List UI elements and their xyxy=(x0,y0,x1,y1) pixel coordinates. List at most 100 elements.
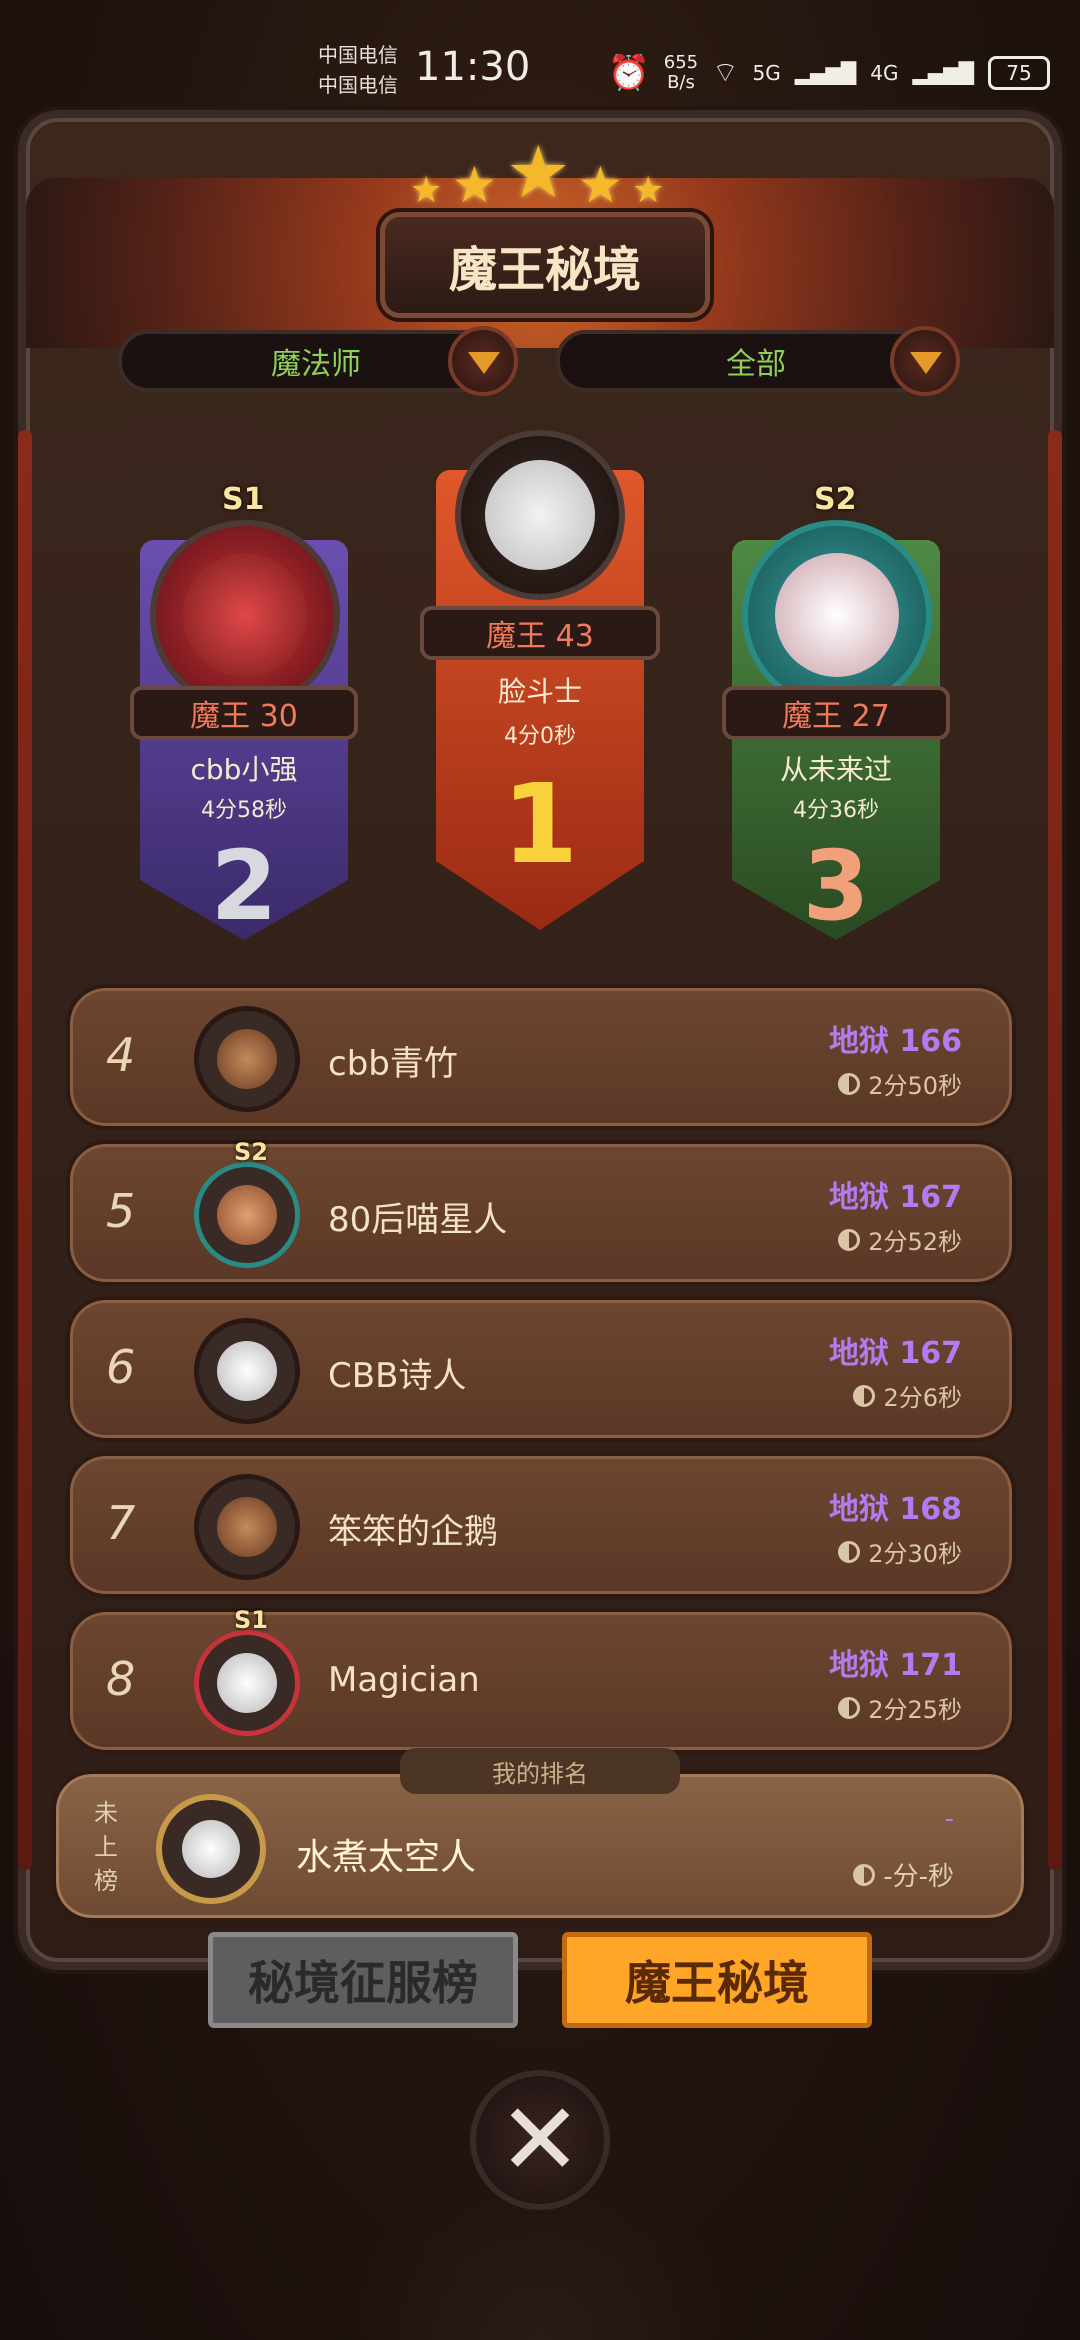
class-filter-value: 魔法师 xyxy=(271,347,361,382)
my-time: -分-秒 xyxy=(853,1856,954,1893)
carrier-2: 中国电信 xyxy=(318,73,398,97)
avatar[interactable] xyxy=(742,520,932,710)
chevron-down-icon[interactable] xyxy=(890,326,960,396)
avatar[interactable] xyxy=(455,430,625,600)
avatar-image xyxy=(217,1497,277,1557)
scope-filter-dropdown[interactable]: 全部 xyxy=(556,326,960,396)
rating-stars: ★ ★ ★ ★ ★ xyxy=(400,130,680,220)
status-time: 11:30 xyxy=(415,44,531,90)
podium-player-name: 脸斗士 xyxy=(497,675,582,708)
season-badge: S1 xyxy=(222,482,265,517)
signal-5g: 5G xyxy=(752,61,781,85)
leaderboard-row[interactable]: 7 笨笨的企鹅 地狱 168 2分30秒 xyxy=(66,1452,1016,1598)
rank-plate: 魔王 43 xyxy=(420,606,660,660)
status-icons: ⏰ 655 B/s ⌔ 5G ▂▄▆█ 4G ▂▄▆█ 75 xyxy=(607,48,1050,98)
signal-bars-icon: ▂▄▆█ xyxy=(912,61,974,85)
class-filter-dropdown[interactable]: 魔法师 xyxy=(118,326,518,396)
close-icon: ✕ xyxy=(498,2081,582,2198)
my-player-name: 水煮太空人 xyxy=(296,1837,477,1878)
page-title: 魔王秘境 xyxy=(380,212,710,318)
avatar[interactable] xyxy=(194,1162,300,1268)
avatar-image xyxy=(217,1653,277,1713)
row-player-name: 80后喵星人 xyxy=(328,1200,508,1240)
star-icon: ★ xyxy=(578,156,623,214)
avatar[interactable] xyxy=(194,1318,300,1424)
star-icon: ★ xyxy=(632,170,665,211)
podium-player-name: cbb小强 xyxy=(190,753,298,786)
battery-indicator: 75 xyxy=(988,56,1050,90)
chevron-down-icon[interactable] xyxy=(448,326,518,396)
row-level: 地狱 168 xyxy=(828,1492,962,1527)
avatar-image xyxy=(774,552,900,678)
season-badge: S2 xyxy=(234,1138,268,1166)
clock-icon xyxy=(838,1696,861,1719)
avatar-image xyxy=(217,1341,277,1401)
frame-side-bar-left xyxy=(18,430,32,1870)
clock-icon xyxy=(838,1540,861,1563)
tab-conquest-ranking[interactable]: 秘境征服榜 xyxy=(208,1932,518,2028)
row-time-value: 2分30秒 xyxy=(868,1540,962,1568)
row-level: 地狱 167 xyxy=(828,1336,962,1371)
avatar[interactable] xyxy=(194,1006,300,1112)
podium-player-time: 4分0秒 xyxy=(504,724,576,749)
netspeed-value: 655 xyxy=(663,52,699,73)
star-icon: ★ xyxy=(410,170,443,211)
row-time: 2分50秒 xyxy=(838,1066,962,1101)
leaderboard-row[interactable]: 4 cbb青竹 地狱 166 2分50秒 xyxy=(66,984,1016,1130)
row-time-value: 2分50秒 xyxy=(868,1072,962,1100)
avatar-image xyxy=(217,1185,277,1245)
clock-icon xyxy=(838,1228,861,1251)
podium-place-number: 3 xyxy=(802,830,870,942)
row-player-name: Magician xyxy=(328,1660,480,1700)
avatar-image xyxy=(484,459,596,571)
row-rank-number: 4 xyxy=(106,1028,136,1082)
scope-filter-value: 全部 xyxy=(726,347,786,382)
podium-player-time: 4分58秒 xyxy=(201,798,287,823)
my-level: - xyxy=(944,1804,954,1834)
rank-plate: 魔王 27 xyxy=(722,686,950,740)
row-level: 地狱 166 xyxy=(828,1024,962,1059)
row-time-value: 2分6秒 xyxy=(883,1384,962,1412)
avatar[interactable] xyxy=(156,1794,266,1904)
leaderboard-row[interactable]: 8 S1 Magician 地狱 171 2分25秒 xyxy=(66,1606,1016,1754)
row-player-name: CBB诗人 xyxy=(328,1356,467,1396)
podium-place-number: 2 xyxy=(210,830,278,942)
avatar[interactable] xyxy=(194,1474,300,1580)
carrier-info: 中国电信 中国电信 xyxy=(318,40,398,100)
avatar-image xyxy=(182,1820,240,1878)
signal-bars-icon: ▂▄▆█ xyxy=(794,61,857,85)
row-time: 2分30秒 xyxy=(838,1534,962,1569)
row-level: 地狱 167 xyxy=(828,1180,962,1215)
clock-icon xyxy=(853,1384,876,1407)
avatar-image xyxy=(217,1029,277,1089)
row-rank-number: 7 xyxy=(106,1496,136,1550)
row-player-name: 笨笨的企鹅 xyxy=(328,1512,498,1552)
leaderboard-row[interactable]: 5 S2 80后喵星人 地狱 167 2分52秒 xyxy=(66,1138,1016,1286)
row-rank-number: 5 xyxy=(106,1184,136,1238)
tab-demon-realm[interactable]: 魔王秘境 xyxy=(562,1932,872,2028)
my-time-value: -分-秒 xyxy=(883,1862,954,1892)
frame-side-bar-right xyxy=(1048,430,1062,1870)
podium-place-number: 1 xyxy=(501,760,579,888)
clock-icon xyxy=(853,1863,876,1886)
row-time: 2分6秒 xyxy=(853,1378,962,1413)
season-badge: S2 xyxy=(814,482,857,517)
row-player-name: cbb青竹 xyxy=(328,1044,458,1084)
wifi-icon: ⌔ xyxy=(712,55,739,89)
signal-4g: 4G xyxy=(870,61,899,85)
leaderboard-row[interactable]: 6 CBB诗人 地狱 167 2分6秒 xyxy=(66,1296,1016,1442)
avatar-image xyxy=(182,552,308,678)
row-rank-number: 8 xyxy=(106,1652,136,1706)
row-level: 地狱 171 xyxy=(828,1648,962,1683)
rank-plate: 魔王 30 xyxy=(130,686,358,740)
close-button[interactable]: ✕ xyxy=(470,2070,610,2210)
avatar[interactable] xyxy=(150,520,340,710)
podium-player-name: 从未来过 xyxy=(779,753,892,786)
carrier-1: 中国电信 xyxy=(318,43,398,67)
row-time-value: 2分25秒 xyxy=(868,1696,962,1724)
clock-icon xyxy=(838,1072,861,1095)
star-icon: ★ xyxy=(506,130,571,214)
row-rank-number: 6 xyxy=(106,1340,136,1394)
avatar[interactable] xyxy=(194,1630,300,1736)
netspeed-unit: B/s xyxy=(667,72,695,93)
